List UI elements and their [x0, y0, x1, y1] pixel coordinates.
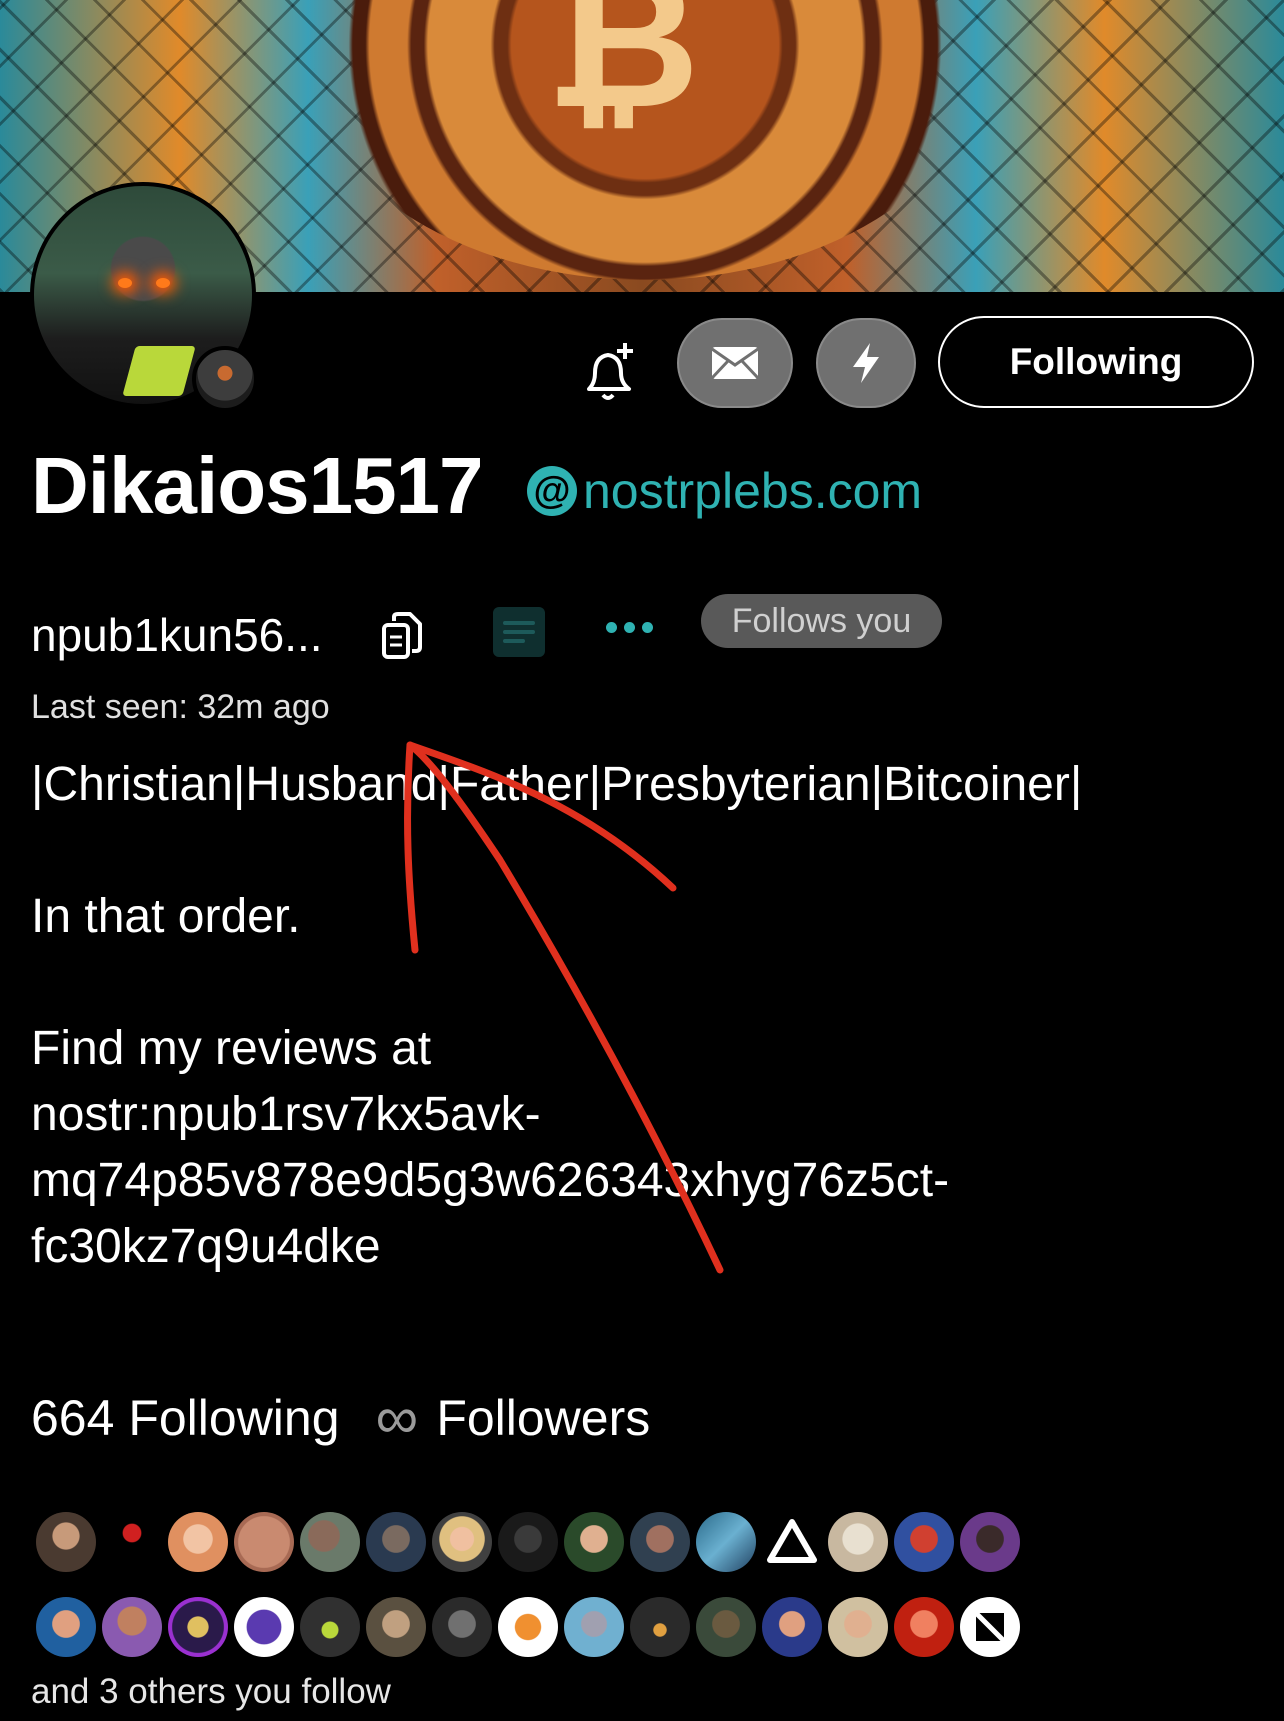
infinity-icon: ∞	[375, 1384, 419, 1451]
follower-avatar[interactable]	[366, 1597, 426, 1657]
about-line: In that order.	[31, 890, 301, 943]
follower-avatar[interactable]	[168, 1512, 228, 1572]
follower-avatar[interactable]	[432, 1512, 492, 1572]
follower-avatar[interactable]	[234, 1512, 294, 1572]
profile-about: |Christian|Husband|Father|Presbyterian|B…	[31, 752, 1251, 1280]
follower-avatar[interactable]	[894, 1597, 954, 1657]
secondary-avatar-badge	[192, 346, 258, 412]
avatar-eye-glow	[118, 278, 132, 288]
lightning-icon	[853, 343, 879, 383]
avatar-shirt-graphic	[122, 346, 196, 396]
follower-avatar[interactable]	[696, 1512, 756, 1572]
follower-avatar[interactable]	[828, 1597, 888, 1657]
envelope-icon	[710, 347, 760, 380]
bell-plus-icon	[587, 343, 633, 400]
follower-avatar[interactable]	[696, 1597, 756, 1657]
follower-avatar[interactable]	[960, 1597, 1020, 1657]
follower-avatar[interactable]	[630, 1597, 690, 1657]
triangle-logo-icon	[767, 1519, 817, 1563]
follower-avatar[interactable]	[828, 1512, 888, 1572]
npub-short: npub1kun56...	[31, 609, 323, 661]
follower-avatar[interactable]	[498, 1597, 558, 1657]
followed-by-avatars-row	[36, 1597, 1036, 1657]
follower-avatar[interactable]	[432, 1597, 492, 1657]
message-button[interactable]	[677, 318, 793, 408]
follower-avatar[interactable]	[366, 1512, 426, 1572]
follows-you-badge: Follows you	[701, 594, 942, 648]
follower-avatar[interactable]	[960, 1512, 1020, 1572]
follower-avatar[interactable]	[630, 1512, 690, 1572]
follower-avatar[interactable]	[102, 1512, 162, 1572]
copy-icon[interactable]	[380, 611, 424, 661]
blocked-logo-icon	[972, 1609, 1008, 1645]
followed-by-avatars-row	[36, 1512, 1036, 1572]
nip05-at-icon: @	[527, 466, 577, 516]
follower-avatar[interactable]	[168, 1597, 228, 1657]
about-nostr-link[interactable]: mq74p85v878e9d5g3w626343xhyg76z5ct-	[31, 1148, 1251, 1214]
about-nostr-link[interactable]: fc30kz7q9u4dke	[31, 1214, 1251, 1280]
more-dots-icon[interactable]	[606, 622, 653, 633]
about-line: |Christian|Husband|Father|Presbyterian|B…	[31, 758, 1083, 811]
follower-avatar[interactable]	[300, 1597, 360, 1657]
display-name: Dikaios1517	[31, 441, 484, 530]
qr-code-icon[interactable]	[493, 607, 545, 657]
zap-button[interactable]	[816, 318, 916, 408]
follower-avatar[interactable]	[498, 1512, 558, 1572]
notify-bell-button[interactable]	[570, 332, 650, 412]
followers-count[interactable]: Followers	[436, 1389, 650, 1447]
nip05-domain: nostrplebs.com	[583, 463, 923, 519]
following-button[interactable]: Following	[938, 316, 1254, 408]
bitcoin-logo-icon: ₿	[545, 0, 700, 151]
about-line: Find my reviews at	[31, 1022, 432, 1075]
follower-avatar[interactable]	[564, 1512, 624, 1572]
following-count[interactable]: 664 Following	[31, 1389, 340, 1447]
last-seen-text: Last seen: 32m ago	[31, 688, 330, 726]
about-nostr-link[interactable]: nostr:npub1rsv7kx5avk-	[31, 1082, 1251, 1148]
follower-avatar[interactable]	[36, 1512, 96, 1572]
follower-avatar[interactable]	[36, 1597, 96, 1657]
followed-by-others-text: and 3 others you follow	[31, 1672, 391, 1711]
follower-avatar[interactable]	[300, 1512, 360, 1572]
follower-avatar[interactable]	[762, 1512, 822, 1572]
follower-avatar[interactable]	[102, 1597, 162, 1657]
nip05-identifier[interactable]: @ nostrplebs.com	[527, 462, 922, 520]
follower-avatar[interactable]	[894, 1512, 954, 1572]
follow-counts: 664 Following ∞ Followers	[31, 1388, 650, 1448]
follower-avatar[interactable]	[234, 1597, 294, 1657]
avatar-eye-glow	[156, 278, 170, 288]
follower-avatar[interactable]	[564, 1597, 624, 1657]
follower-avatar[interactable]	[762, 1597, 822, 1657]
